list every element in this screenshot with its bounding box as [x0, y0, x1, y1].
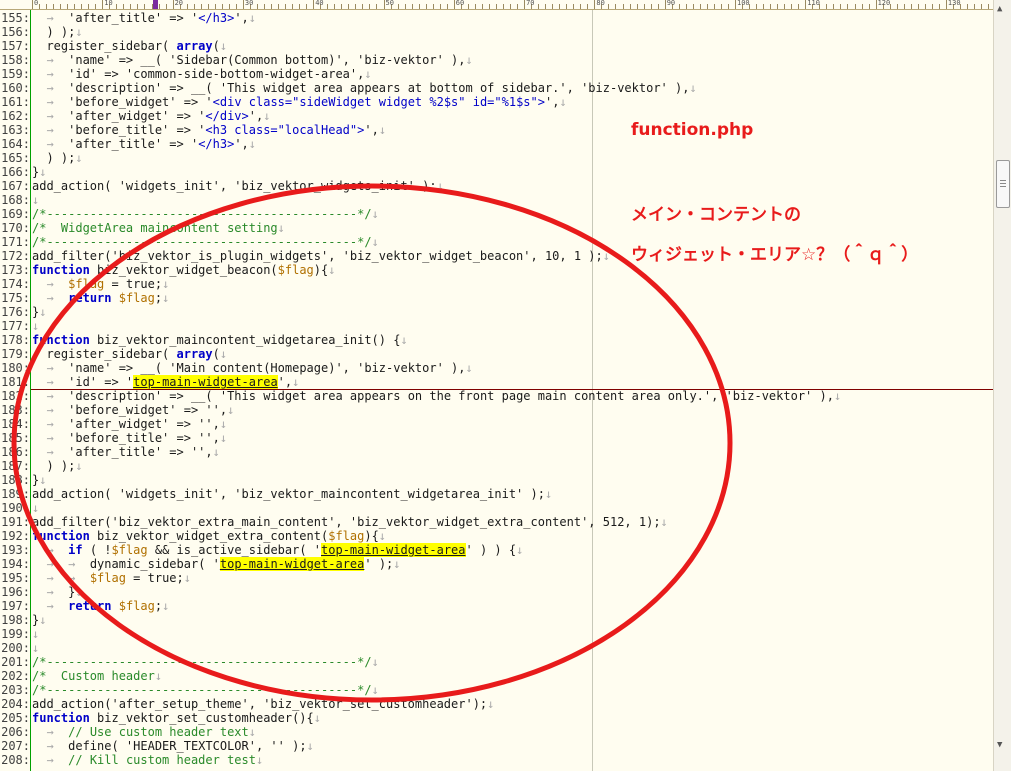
ruler-label: 40 [315, 0, 324, 7]
line-number: 160: [1, 81, 30, 95]
code-line[interactable]: → // Use custom header text↓ [32, 725, 256, 739]
red-circle-annotation [11, 183, 733, 703]
line-number: 206: [1, 725, 30, 739]
ruler-label: 30 [244, 0, 254, 7]
ruler-label: 100 [737, 0, 750, 7]
ruler-cursor-marker [153, 0, 158, 9]
ruler-label: 70 [526, 0, 535, 7]
line-number: 164: [1, 137, 30, 151]
line-number: 162: [1, 109, 30, 123]
ruler-label: 90 [666, 0, 676, 7]
code-line[interactable]: → define( 'HEADER_TEXTCOLOR', '' );↓ [32, 739, 313, 753]
line-number: 166: [1, 165, 30, 179]
code-line[interactable]: → 'id' => 'common-side-bottom-widget-are… [32, 67, 371, 81]
ruler-label: 0 [34, 0, 39, 7]
ruler-label: 60 [455, 0, 465, 7]
line-number: 159: [1, 67, 30, 81]
scroll-up-arrow-icon[interactable]: ▲ [997, 4, 1002, 14]
ruler-label: 110 [807, 0, 820, 7]
code-line[interactable]: → 'description' => __( 'This widget area… [32, 81, 696, 95]
ruler-label: 10 [104, 0, 113, 7]
code-line[interactable]: register_sidebar( array(↓ [32, 39, 227, 53]
ruler-label: 50 [385, 0, 394, 7]
code-line[interactable]: }↓ [32, 165, 46, 179]
code-line[interactable]: → 'before_title' => '<h3 class="localHea… [32, 123, 386, 137]
code-line[interactable]: function biz_vektor_set_customheader(){↓ [32, 711, 321, 725]
line-number: 161: [1, 95, 30, 109]
line-number: 207: [1, 739, 30, 753]
line-number: 155: [1, 11, 30, 25]
code-line[interactable]: → 'after_title' => '</h3>',↓ [32, 137, 256, 151]
line-number: 156: [1, 25, 30, 39]
scroll-thumb[interactable] [996, 160, 1010, 208]
column-ruler: 0 10 20 30 40 50 60 70 80 90 100 110 120 130 [0, 0, 994, 10]
line-number: 157: [1, 39, 30, 53]
code-line[interactable]: → 'name' => __( 'Sidebar(Common bottom)'… [32, 53, 472, 67]
vertical-scrollbar[interactable]: ▲ ▼ [993, 0, 1011, 771]
ruler-label: 20 [174, 0, 184, 7]
line-number: 208: [1, 753, 30, 767]
annotation-filename: function.php [631, 120, 754, 140]
line-number: 163: [1, 123, 30, 137]
scroll-down-arrow-icon[interactable]: ▼ [997, 740, 1002, 750]
code-line[interactable]: → 'after_title' => '</h3>',↓ [32, 11, 256, 25]
line-number: 165: [1, 151, 30, 165]
code-line[interactable]: → 'before_widget' => '<div class="sideWi… [32, 95, 566, 109]
ruler-label: 120 [877, 0, 891, 7]
line-number: 158: [1, 53, 30, 67]
code-line[interactable]: ) );↓ [32, 151, 82, 165]
code-line[interactable]: ) );↓ [32, 25, 82, 39]
code-line[interactable]: → 'after_widget' => '</div>',↓ [32, 109, 270, 123]
ruler-label: 80 [596, 0, 605, 7]
ruler-label: 130 [947, 0, 961, 7]
code-line[interactable]: → // Kill custom header test↓ [32, 753, 263, 767]
line-number: 205: [1, 711, 30, 725]
